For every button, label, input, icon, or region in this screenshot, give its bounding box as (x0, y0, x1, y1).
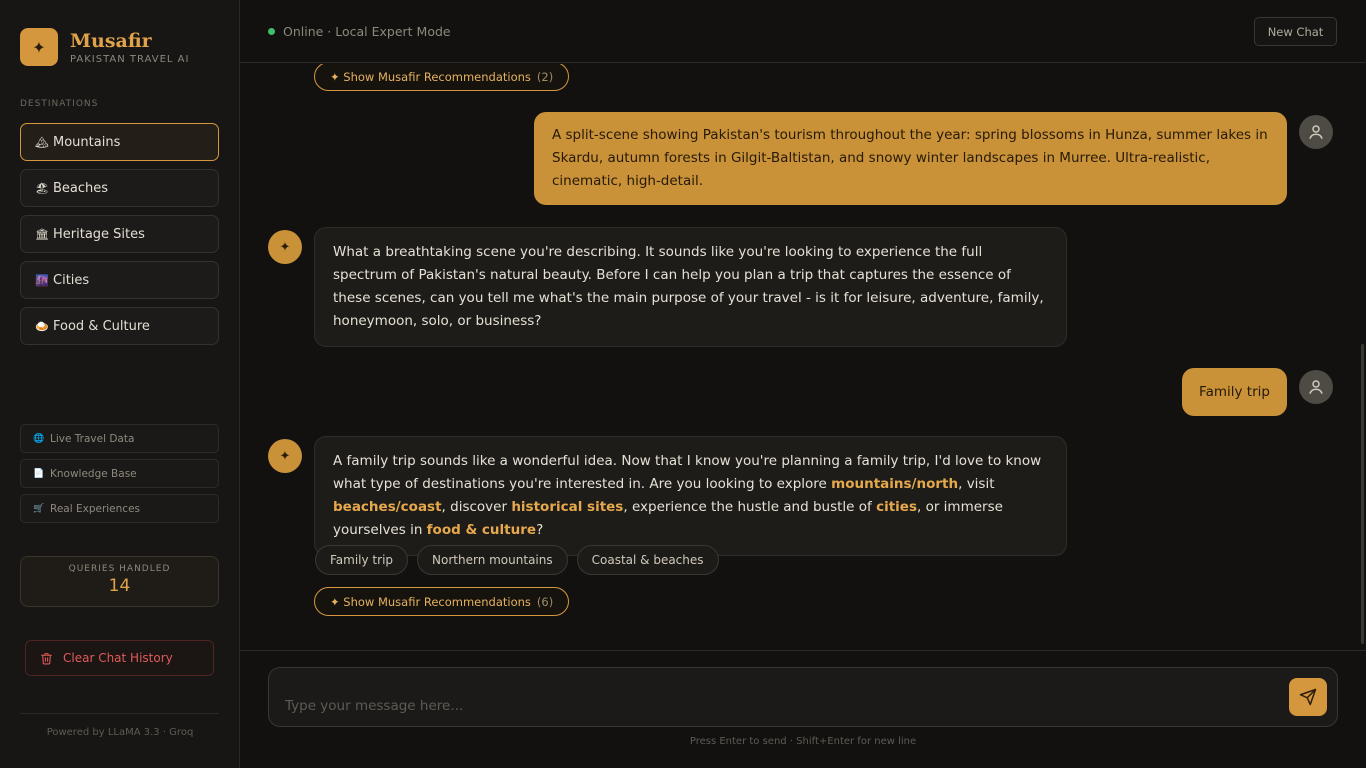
globe-icon: 🌐 (33, 433, 45, 444)
feature-list: 🌐 Live Travel Data 📄 Knowledge Base 🛒 Re… (20, 424, 219, 529)
recommendations-label: ✦ Show Musafir Recommendations (330, 594, 531, 609)
nav-item-label: Heritage Sites (53, 226, 145, 242)
nav-item-heritage-sites[interactable]: 🏛 Heritage Sites (20, 215, 219, 253)
nav-item-label: Beaches (53, 180, 109, 196)
status-indicator: Online · Local Expert Mode (268, 24, 451, 39)
feature-label: Knowledge Base (50, 467, 137, 480)
brand-subtitle: PAKISTAN TRAVEL AI (70, 53, 190, 65)
city-icon: 🌆 (35, 273, 49, 287)
topbar: Online · Local Expert Mode New Chat (240, 0, 1366, 63)
feature-label: Live Travel Data (50, 432, 135, 445)
nav-item-food-culture[interactable]: 🍛 Food & Culture (20, 307, 219, 345)
bot-avatar-icon: ✦ (268, 439, 302, 473)
feature-knowledge-base: 📄 Knowledge Base (20, 459, 219, 488)
clear-chat-label: Clear Chat History (63, 651, 173, 665)
nav-item-label: Mountains (53, 134, 121, 150)
highlight-food-culture: food & culture (426, 522, 537, 538)
new-chat-button[interactable]: New Chat (1254, 17, 1337, 46)
chat-scrollbar[interactable] (1361, 344, 1364, 644)
trash-icon (41, 652, 52, 664)
message-text: , experience the hustle and bustle of (623, 499, 877, 515)
user-avatar-icon (1299, 370, 1333, 404)
cart-icon: 🛒 (33, 503, 45, 514)
send-icon (1299, 688, 1317, 706)
composer-area: Press Enter to send · Shift+Enter for ne… (240, 650, 1366, 768)
bot-avatar-icon: ✦ (268, 230, 302, 264)
powered-by: Powered by LLaMA 3.3 · Groq (46, 727, 194, 738)
queries-stats-card: QUERIES HANDLED 14 (20, 556, 219, 607)
show-recommendations-button[interactable]: ✦ Show Musafir Recommendations (2) (314, 64, 570, 91)
online-dot-icon (268, 28, 275, 35)
bot-message: A family trip sounds like a wonderful id… (314, 436, 1067, 556)
user-message: A split-scene showing Pakistan's tourism… (534, 112, 1287, 205)
clear-chat-history-button[interactable]: Clear Chat History (25, 640, 214, 676)
highlight-mountains: mountains/north (831, 476, 959, 492)
nav-item-label: Cities (53, 272, 90, 288)
recommendations-count: (2) (536, 69, 554, 84)
nav-item-beaches[interactable]: 🏖 Beaches (20, 169, 219, 207)
quick-reply-chips: Family trip Northern mountains Coastal &… (315, 545, 728, 575)
feature-live-travel-data: 🌐 Live Travel Data (20, 424, 219, 453)
feature-real-experiences: 🛒 Real Experiences (20, 494, 219, 523)
status-text: Online · Local Expert Mode (283, 24, 451, 39)
nav-item-label: Food & Culture (53, 318, 150, 334)
recommendations-count: (6) (536, 594, 554, 609)
chip-northern-mountains[interactable]: Northern mountains (417, 545, 568, 575)
highlight-beaches: beaches/coast (333, 499, 442, 515)
composer (268, 667, 1338, 727)
feature-label: Real Experiences (50, 502, 140, 515)
message-text: , discover (441, 499, 512, 515)
chip-coastal-beaches[interactable]: Coastal & beaches (576, 545, 719, 575)
destinations-label: DESTINATIONS (20, 99, 99, 109)
brand-name: Musafir (70, 29, 152, 52)
stats-value: 14 (108, 576, 131, 596)
composer-hint: Press Enter to send · Shift+Enter for ne… (689, 736, 917, 747)
user-message: Family trip (1182, 368, 1287, 416)
send-button[interactable] (1289, 678, 1327, 716)
highlight-historical-sites: historical sites (511, 499, 624, 515)
message-input[interactable] (285, 694, 1265, 718)
chat-thread[interactable]: ✦ Show Musafir Recommendations (2) A spl… (240, 64, 1366, 650)
message-text: , visit (958, 476, 995, 492)
user-avatar-icon (1299, 115, 1333, 149)
stats-label: QUERIES HANDLED (68, 564, 171, 574)
message-text: ? (536, 522, 544, 538)
nav-item-cities[interactable]: 🌆 Cities (20, 261, 219, 299)
destination-nav: 🏔 Mountains 🏖 Beaches 🏛 Heritage Sites 🌆… (20, 123, 219, 353)
document-icon: 📄 (33, 468, 45, 479)
sidebar-divider (20, 713, 219, 714)
bot-message: What a breathtaking scene you're describ… (314, 227, 1067, 347)
food-icon: 🍛 (35, 319, 49, 333)
chip-family-trip[interactable]: Family trip (315, 545, 409, 575)
sparkle-logo-icon: ✦ (20, 28, 58, 66)
nav-item-mountains[interactable]: 🏔 Mountains (20, 123, 219, 161)
highlight-cities: cities (876, 499, 917, 515)
brand: ✦ Musafir PAKISTAN TRAVEL AI (20, 28, 189, 66)
beach-icon: 🏖 (35, 181, 49, 195)
sidebar: ✦ Musafir PAKISTAN TRAVEL AI DESTINATION… (0, 0, 240, 768)
heritage-icon: 🏛 (35, 227, 49, 241)
recommendations-label: ✦ Show Musafir Recommendations (330, 69, 531, 84)
show-recommendations-button[interactable]: ✦ Show Musafir Recommendations (6) (314, 587, 570, 616)
mountain-icon: 🏔 (35, 135, 49, 149)
